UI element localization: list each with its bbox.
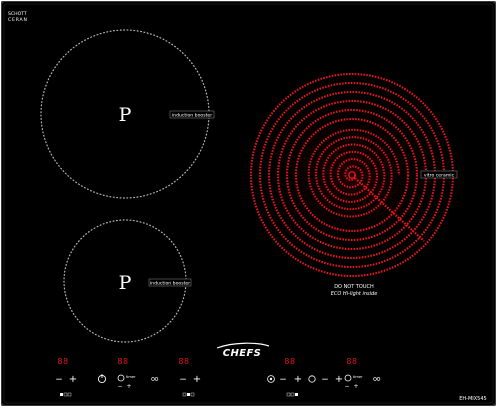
vitro-label: vitro ceramic <box>424 173 455 179</box>
warning-line-2: ECO Hi-light inside <box>331 291 378 297</box>
zone-3-plus-button[interactable]: + <box>294 374 302 385</box>
warning-line-1: DO NOT TOUCH <box>334 284 374 290</box>
power-symbol: P <box>119 104 132 126</box>
zone-1-minus-button[interactable]: − <box>55 375 63 385</box>
lock-icon-dot <box>269 377 273 381</box>
booster-label: induction booster <box>172 113 212 119</box>
timer-plus-button-right[interactable]: + <box>353 383 358 390</box>
timer-minus-button-left[interactable]: − <box>117 383 122 390</box>
zone-indicator-square <box>187 393 190 396</box>
zone-indicator-square <box>295 393 298 396</box>
zone-indicator-square <box>60 393 63 396</box>
zone-3-minus-button[interactable]: − <box>279 375 287 385</box>
zone-4-minus-button[interactable]: − <box>321 375 329 385</box>
zone-4-plus-button[interactable]: + <box>335 374 343 385</box>
power-symbol: P <box>119 272 132 294</box>
timer-plus-button-left[interactable]: + <box>126 383 131 390</box>
zone-display-4: 88 <box>284 357 295 366</box>
zone-2-plus-button[interactable]: + <box>193 374 201 385</box>
timer-label: timer <box>126 375 136 379</box>
zone-display-2: 88 <box>117 357 128 366</box>
timer-minus-button-right[interactable]: − <box>344 383 349 390</box>
zone-2-minus-button[interactable]: − <box>179 375 187 385</box>
model-number: EH-MIX545 <box>459 396 486 402</box>
booster-label: induction booster <box>150 281 190 287</box>
zone-display-1: 88 <box>57 357 68 366</box>
zone-display-5: 88 <box>346 357 357 366</box>
brand-mark-line-2: CERAN <box>8 17 28 23</box>
zone-1-plus-button[interactable]: + <box>69 374 77 385</box>
logo-text: CHEFS <box>223 348 262 359</box>
brand-mark-line-1: SCHOTT <box>8 11 27 17</box>
zone-display-3: 88 <box>178 357 189 366</box>
cooktop-glass-surface: SCHOTT CERAN P induction booster P induc… <box>1 1 496 406</box>
timer-label: timer <box>353 375 363 379</box>
